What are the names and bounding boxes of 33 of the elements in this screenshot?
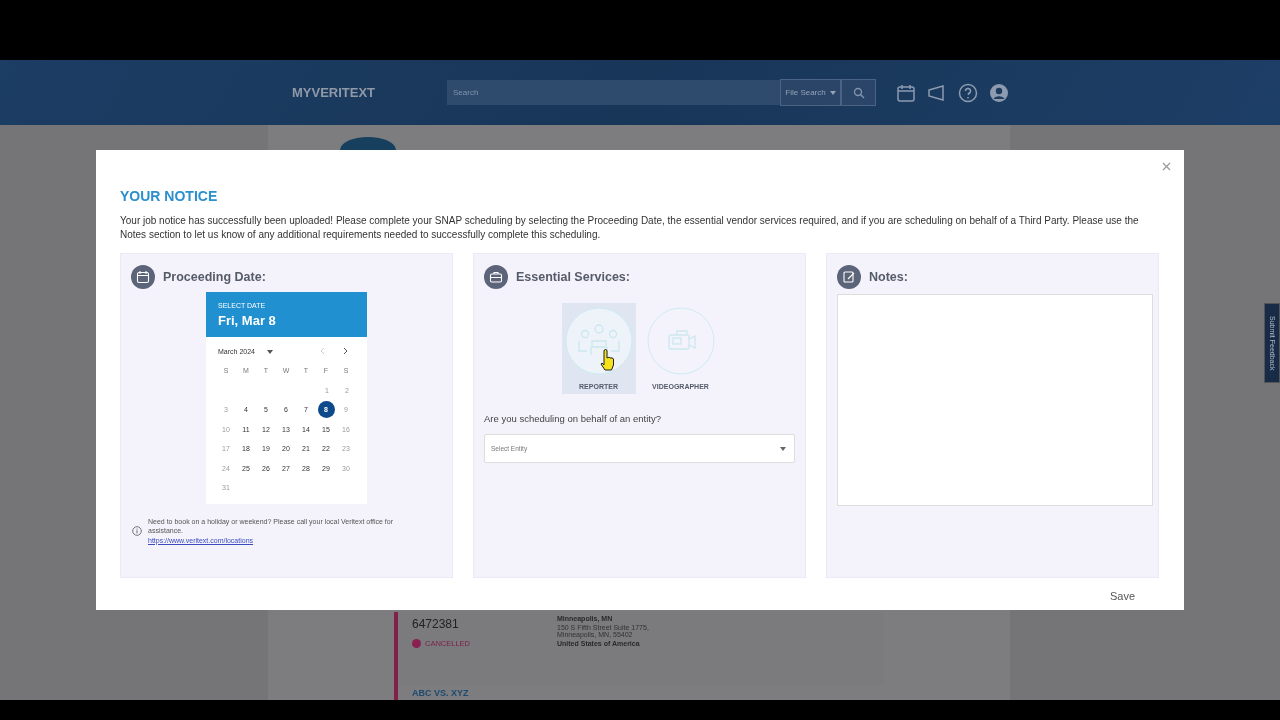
edit-icon [837,265,861,289]
cancel-icon [412,639,421,648]
caret-icon [266,349,273,354]
panel-title: Notes: [869,270,908,284]
user-icon[interactable] [989,82,1009,103]
search-field[interactable]: Search [447,80,780,105]
panel-title: Essential Services: [516,270,630,284]
meeting-icon [564,307,633,375]
search-icon [852,86,865,99]
selected-date: Fri, Mar 8 [218,312,277,328]
dialog-title: YOUR NOTICE [120,188,219,204]
caret-icon [829,90,836,95]
megaphone-icon[interactable] [927,83,947,102]
search-scope-dropdown[interactable]: File Search [780,79,841,106]
briefcase-icon [484,265,508,289]
dialog-message: Your job notice has successfully been uploaded! Please complete your SNAP scheduling by selecting the Proceeding Date, the essential vendor services required, and if you are scheduling on behalf of a Third Party. Please use the Notes section to let us know of any additional requirements needed to successfully complete this scheduling. [120,214,1140,242]
help-icon[interactable] [958,82,978,103]
job-number: 6472381 [412,617,459,631]
save-button[interactable]: Save [1101,586,1160,606]
info-icon [132,525,142,536]
calendar-icon [131,265,155,289]
video-camera-icon [646,307,715,375]
avatar [340,137,396,150]
entity-question: Are you scheduling on behalf of an entity? [484,413,662,424]
notes-field[interactable] [837,294,1153,506]
calendar-icon[interactable] [896,82,916,103]
logo[interactable]: MYVERITEXT [292,85,447,100]
hand-cursor-icon [599,349,615,371]
caret-icon [780,446,786,451]
close-icon[interactable] [1162,162,1171,171]
search-button[interactable] [841,79,876,106]
panel-title: Proceeding Date: [163,270,266,284]
next-month-icon[interactable] [343,347,349,355]
